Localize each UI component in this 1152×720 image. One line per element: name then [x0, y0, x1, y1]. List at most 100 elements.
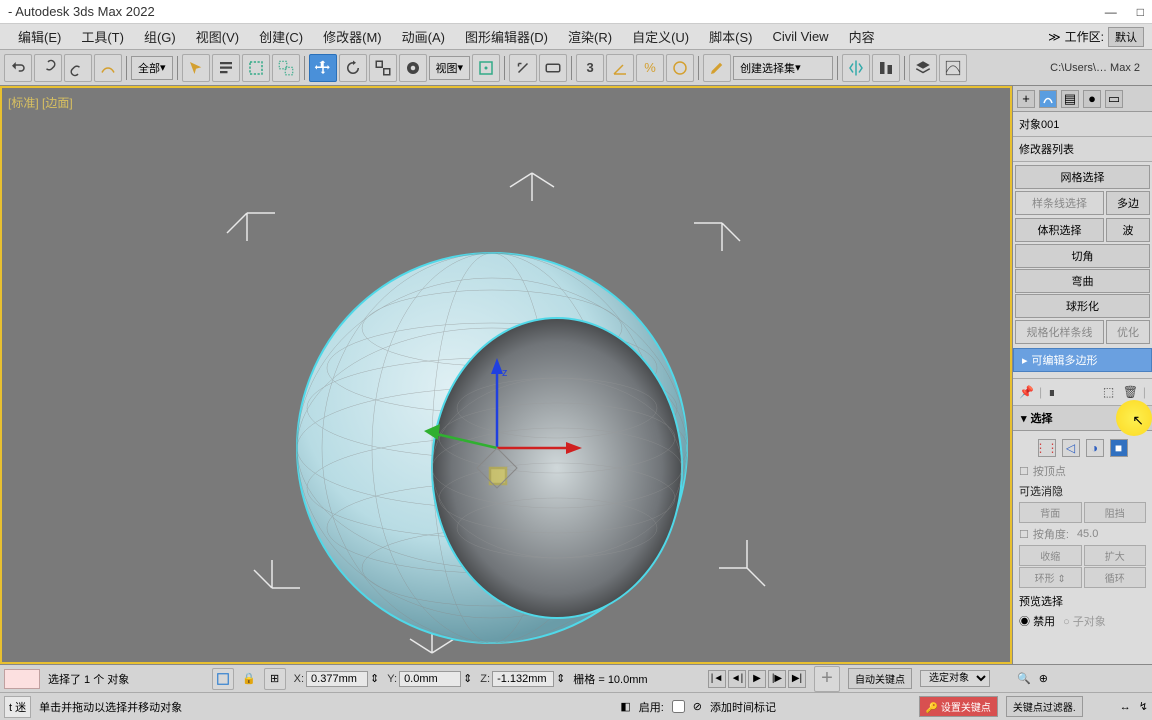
preview-off-radio[interactable]: ◉ 禁用 — [1019, 613, 1055, 629]
z-coord-input[interactable] — [492, 671, 554, 687]
nav-icon[interactable]: ↯ — [1139, 700, 1148, 713]
goto-end-button[interactable]: ▶| — [788, 670, 806, 688]
modify-tab[interactable] — [1039, 90, 1057, 108]
move-button[interactable] — [309, 54, 337, 82]
y-coord-input[interactable] — [399, 671, 461, 687]
menu-tools[interactable]: 工具(T) — [71, 24, 134, 49]
by-vertex-checkbox[interactable]: ☐ 按顶点 — [1019, 461, 1146, 481]
z-spinner[interactable]: ⇕ — [556, 672, 565, 685]
time-tag-icon[interactable]: ⊘ — [693, 700, 702, 713]
bind-button[interactable] — [94, 54, 122, 82]
create-tab[interactable]: + — [1017, 90, 1035, 108]
mod-spherify[interactable]: 球形化 — [1015, 294, 1150, 318]
hierarchy-tab[interactable]: ▤ — [1061, 90, 1079, 108]
pin-stack-icon[interactable]: 📌 — [1019, 385, 1033, 399]
menu-create[interactable]: 创建(C) — [249, 24, 313, 49]
curve-editor-button[interactable] — [939, 54, 967, 82]
make-unique-icon[interactable]: ⬚ — [1103, 385, 1117, 399]
motion-tab[interactable]: ● — [1083, 90, 1101, 108]
minimize-button[interactable]: — — [1105, 5, 1117, 19]
angle-snap-button[interactable] — [606, 54, 634, 82]
shrink-button[interactable]: 收缩 — [1019, 545, 1082, 566]
menu-group[interactable]: 组(G) — [134, 24, 186, 49]
goto-start-button[interactable]: |◄ — [708, 670, 726, 688]
show-end-result-icon[interactable]: ∎ — [1048, 385, 1062, 399]
workspace-dropdown[interactable]: 默认 — [1108, 27, 1144, 47]
align-button[interactable] — [872, 54, 900, 82]
mirror-button[interactable] — [842, 54, 870, 82]
lock-icon[interactable]: 🔒 — [242, 672, 256, 685]
add-time-tag[interactable]: 添加时间标记 — [710, 699, 776, 715]
block-button[interactable]: 阻挡 — [1084, 502, 1147, 523]
ring-button[interactable]: 环形 ⇕ — [1019, 567, 1082, 588]
auto-key-button[interactable]: 自动关键点 — [848, 668, 912, 689]
mod-multi[interactable]: 多边 — [1106, 191, 1150, 215]
pan-icon[interactable]: ↔ — [1120, 701, 1131, 713]
object-name-field[interactable]: 对象001 — [1013, 112, 1152, 137]
menu-graph[interactable]: 图形编辑器(D) — [455, 24, 558, 49]
menu-views[interactable]: 视图(V) — [186, 24, 249, 49]
select-object-button[interactable] — [182, 54, 210, 82]
loop-button[interactable]: 循环 — [1084, 567, 1147, 588]
y-spinner[interactable]: ⇕ — [463, 672, 472, 685]
mod-vol-select[interactable]: 体积选择 — [1015, 218, 1104, 242]
menu-scripting[interactable]: 脚本(S) — [699, 24, 762, 49]
unlink-button[interactable] — [64, 54, 92, 82]
mod-mesh-select[interactable]: 网格选择 — [1015, 165, 1150, 189]
layer-button[interactable] — [909, 54, 937, 82]
preview-subobj-radio[interactable]: ○ 子对象 — [1063, 613, 1106, 629]
transform-type-in-icon[interactable]: ⊞ — [264, 668, 286, 690]
keyboard-shortcut-button[interactable] — [539, 54, 567, 82]
key-filters-button[interactable]: 关键点过滤器. — [1006, 696, 1083, 717]
modifier-list-label[interactable]: 修改器列表 — [1013, 137, 1152, 162]
manipulate-button[interactable] — [509, 54, 537, 82]
rollout-selection-header[interactable]: ▾ 选择 — [1013, 406, 1152, 431]
zoom-all-icon[interactable]: ⊕ — [1039, 672, 1048, 685]
mod-chamfer[interactable]: 切角 — [1015, 244, 1150, 268]
viewport[interactable]: [标准] [边面] — [0, 86, 1012, 664]
grow-button[interactable]: 扩大 — [1084, 545, 1147, 566]
enable-checkbox[interactable] — [672, 700, 685, 713]
prev-frame-button[interactable]: ◄| — [728, 670, 746, 688]
selection-lock-icon[interactable] — [212, 668, 234, 690]
maximize-button[interactable]: □ — [1137, 5, 1144, 19]
pivot-button[interactable] — [472, 54, 500, 82]
selection-filter-dropdown[interactable]: 全部 ▾ — [131, 56, 173, 80]
border-mode-button[interactable]: ◑ — [1086, 439, 1104, 457]
scale-button[interactable] — [369, 54, 397, 82]
set-key-big-button[interactable]: + — [814, 666, 840, 692]
by-angle-checkbox[interactable]: ☐ 按角度: 45.0 — [1019, 524, 1146, 544]
placement-button[interactable] — [399, 54, 427, 82]
mod-bend[interactable]: 弯曲 — [1015, 269, 1150, 293]
percent-snap-button[interactable]: % — [636, 54, 664, 82]
viewport-label[interactable]: [标准] [边面] — [8, 94, 73, 111]
link-button[interactable] — [34, 54, 62, 82]
set-key-button[interactable]: 🔑 设置关键点 — [919, 696, 998, 717]
remove-modifier-icon[interactable]: 🗑 — [1123, 385, 1137, 399]
window-crossing-button[interactable] — [272, 54, 300, 82]
vertex-mode-button[interactable]: ⋮⋮ — [1038, 439, 1056, 457]
mod-wave[interactable]: 波 — [1106, 218, 1150, 242]
named-selection-dropdown[interactable]: 创建选择集 ▾ — [733, 56, 833, 80]
menu-modifiers[interactable]: 修改器(M) — [313, 24, 392, 49]
x-coord-input[interactable] — [306, 671, 368, 687]
snap-button[interactable]: 3 — [576, 54, 604, 82]
rectangle-select-button[interactable] — [242, 54, 270, 82]
zoom-icon[interactable]: 🔍 — [1017, 672, 1031, 685]
menu-rendering[interactable]: 渲染(R) — [558, 24, 622, 49]
spinner-snap-button[interactable] — [666, 54, 694, 82]
modifier-stack-item[interactable]: ▸ 可编辑多边形 — [1013, 348, 1152, 372]
rotate-button[interactable] — [339, 54, 367, 82]
menu-customize[interactable]: 自定义(U) — [622, 24, 699, 49]
play-button[interactable]: ▶ — [748, 670, 766, 688]
select-by-name-button[interactable] — [212, 54, 240, 82]
menu-civil[interactable]: Civil View — [762, 26, 838, 47]
mini-listener-label[interactable]: t 迷 — [4, 696, 31, 718]
ref-coord-dropdown[interactable]: 视图 ▾ — [429, 56, 471, 80]
display-tab[interactable]: ▭ — [1105, 90, 1123, 108]
edit-selection-button[interactable] — [703, 54, 731, 82]
next-frame-button[interactable]: |▶ — [768, 670, 786, 688]
key-target-dropdown[interactable]: 选定对象 — [920, 670, 990, 687]
menu-overflow-icon[interactable]: ≫ — [1048, 30, 1061, 44]
menu-animation[interactable]: 动画(A) — [392, 24, 455, 49]
